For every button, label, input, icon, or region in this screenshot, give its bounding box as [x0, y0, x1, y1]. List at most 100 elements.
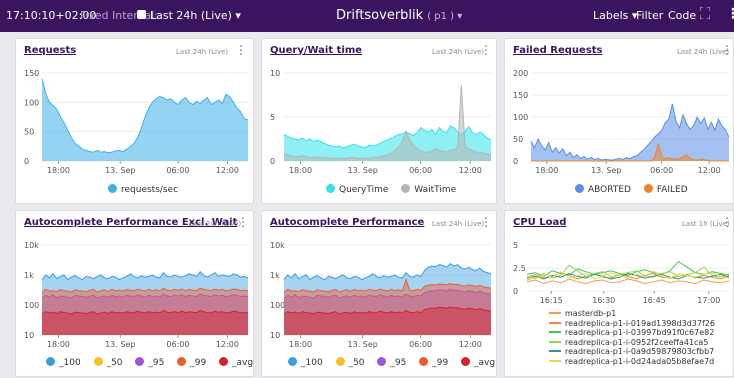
legend-swatch: [419, 357, 429, 366]
x-tick-label: 18:00: [47, 340, 70, 349]
legend-label: _100: [59, 358, 81, 368]
legend-item[interactable]: WaitTime: [401, 184, 457, 195]
x-tick-label: 13. Sep: [105, 340, 135, 349]
dashboard-subtitle[interactable]: ( p1 ) ▾: [427, 11, 462, 22]
x-tick-label: 12:00: [459, 166, 482, 175]
y-tick-label: 10: [270, 69, 280, 78]
legend-swatch: [549, 331, 561, 333]
x-tick-label: 18:00: [289, 166, 312, 175]
legend-item[interactable]: _100: [288, 357, 323, 368]
legend-item[interactable]: _50: [93, 357, 123, 368]
legend-label: _99: [432, 358, 449, 368]
chart-legend: ABORTED FAILED: [575, 184, 698, 195]
legend-label: readreplica-p1-i-03997bd91f0c67e82: [565, 328, 715, 337]
code-button[interactable]: Code: [668, 9, 696, 22]
legend-label: QueryTime: [339, 185, 389, 195]
y-tick-label: 1k: [24, 271, 34, 280]
y-tick-label: 100: [24, 301, 39, 310]
legend-swatch: [461, 357, 471, 366]
y-tick-label: 0: [24, 157, 29, 166]
y-tick-label: 0: [513, 157, 518, 166]
legend-label: _avg: [232, 358, 254, 368]
legend-item[interactable]: readreplica-p1-i-0d24ada05b8efae7d: [549, 357, 715, 367]
legend-swatch: [326, 184, 335, 193]
legend-item[interactable]: FAILED: [643, 184, 688, 195]
legend-swatch: [549, 359, 561, 362]
legend-label: _99: [190, 358, 207, 368]
y-tick-label: 10k: [24, 241, 39, 250]
legend-swatch: [288, 357, 297, 366]
legend-item[interactable]: QueryTime: [326, 184, 389, 195]
dashboard-title[interactable]: Driftsoverblik( p1 ) ▾: [336, 8, 462, 23]
legend-item[interactable]: _99: [419, 357, 449, 368]
legend-label: readreplica-p1-i-0d24ada05b8efae7d: [565, 356, 715, 366]
chart-legend: requests/sec: [108, 184, 188, 195]
dashboard-title-text: Driftsoverblik: [336, 8, 424, 23]
legend-item[interactable]: readreplica-p1-i-0a9d59879803cfbb7: [549, 347, 715, 357]
series-area: [42, 310, 248, 335]
y-tick-label: 10: [270, 331, 280, 340]
x-tick-label: 06:00: [166, 340, 189, 349]
legend-item[interactable]: _50: [335, 357, 365, 368]
legend-item[interactable]: _avg: [219, 357, 254, 368]
legend-swatch: [177, 357, 187, 366]
legend-item[interactable]: _95: [135, 357, 165, 368]
autocomplete-excl-wait-chart: 10k 1k 100 10 18:00 13. Sep 06:00 12:00: [24, 241, 249, 349]
top-bar: 17:10:10+02:00 Fixed Interval: Last 24h …: [0, 0, 734, 32]
legend-label: readreplica-p1-i-0952f2ceeffa41ca5: [565, 337, 709, 347]
series-line: [526, 278, 730, 285]
y-tick-label: 50: [513, 135, 523, 144]
panel-query-wait-time: Query/Wait time Last 24h (Live) ⋮ 10 5 0 18…: [261, 38, 497, 204]
filter-button[interactable]: Filter: [636, 9, 663, 22]
query-wait-chart: 10 5 0 18:00 13. Sep 06:00 12:00: [270, 69, 492, 175]
x-tick-label: 18:00: [289, 340, 312, 349]
legend-item[interactable]: _99: [177, 357, 207, 368]
y-tick-label: 5: [513, 241, 518, 250]
y-tick-label: 0: [513, 287, 518, 296]
y-tick-label: 10k: [270, 241, 285, 250]
y-tick-label: 100: [270, 301, 285, 310]
legend-label: _95: [148, 358, 165, 368]
legend-swatch: [46, 357, 55, 366]
legend-item[interactable]: _95: [377, 357, 406, 368]
series-area: [42, 78, 248, 161]
autocomplete-performance-chart: 10k 1k 100 10 18:00 13. Sep 06:00 12:00: [270, 241, 492, 349]
legend-item[interactable]: ABORTED: [575, 184, 631, 195]
labels-button[interactable]: Labels ▾: [593, 9, 637, 22]
legend-swatch: [93, 357, 103, 366]
x-tick-label: 18:00: [535, 166, 558, 175]
legend-item[interactable]: readreplica-p1-i-03997bd91f0c67e82: [549, 328, 715, 338]
legend-item[interactable]: requests/sec: [108, 184, 178, 195]
legend-label: ABORTED: [588, 185, 631, 195]
legend-swatch: [549, 350, 561, 352]
fixed-interval-checkbox[interactable]: [137, 10, 146, 19]
legend-label: _avg: [474, 358, 496, 368]
x-tick-label: 13. Sep: [347, 340, 377, 349]
legend-label: _100: [301, 358, 323, 368]
legend-item[interactable]: masterdb-p1: [549, 309, 715, 319]
x-tick-label: 06:00: [409, 166, 432, 175]
fullscreen-icon[interactable]: [700, 7, 710, 19]
legend-swatch: [549, 312, 561, 314]
y-tick-label: 5: [270, 113, 275, 122]
legend-swatch: [108, 184, 117, 193]
failed-requests-chart: 200 150 100 50 0 18:00 13. Sep 06:00 12:00: [513, 69, 730, 175]
time-range-dropdown[interactable]: Last 24h (Live) ▾: [150, 9, 241, 22]
y-tick-label: 50: [24, 128, 34, 137]
panel-failed-requests: Failed Requests Last 24h (Live) ⋮ 200 150…: [504, 38, 734, 204]
legend-label: masterdb-p1: [565, 309, 617, 318]
legend-label: _50: [106, 358, 123, 368]
legend-swatch: [401, 184, 411, 193]
legend-item[interactable]: readreplica-p1-i-0952f2ceeffa41ca5: [549, 338, 715, 348]
y-tick-label: 200: [513, 69, 528, 78]
x-tick-label: 16:30: [592, 296, 615, 305]
chart-legend: _100 _50 _95 _99 _avg: [288, 357, 505, 368]
legend-item[interactable]: readreplica-p1-i-019ad1398d3d37f26: [549, 319, 715, 329]
legend-label: WaitTime: [414, 185, 457, 195]
kebab-menu-icon[interactable]: ⋮: [726, 6, 734, 22]
legend-label: FAILED: [656, 185, 688, 195]
x-tick-label: 13. Sep: [591, 166, 621, 175]
x-tick-label: 18:00: [47, 166, 70, 175]
legend-item[interactable]: _100: [46, 357, 81, 368]
legend-item[interactable]: _avg: [461, 357, 496, 368]
